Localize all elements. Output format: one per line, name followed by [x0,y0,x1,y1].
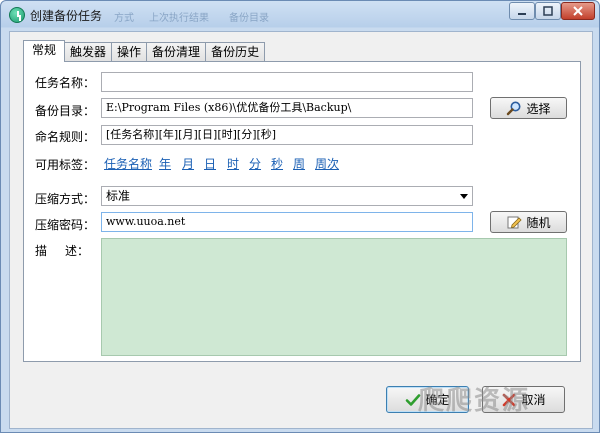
available-tags-label: 可用标签： [35,158,96,172]
tag-link-minute[interactable]: 分 [249,155,261,172]
tab-general[interactable]: 常规 [23,40,66,62]
cross-icon [503,393,516,406]
description-label-char: 述： [65,244,90,258]
compression-select[interactable]: 标准 [101,186,473,206]
tab-backup-history[interactable]: 备份历史 [205,42,266,62]
dropdown-arrow-icon [460,194,468,199]
password-input[interactable]: www.uuoa.net [101,212,473,232]
tab-actions[interactable]: 操作 [111,42,148,62]
backup-dir-input[interactable]: E:\Program Files (x86)\优优备份工具\Backup\ [101,98,473,118]
minimize-icon [518,13,526,15]
tag-link-task-name[interactable]: 任务名称 [104,155,152,172]
ok-button[interactable]: 确定 [386,386,469,413]
ok-button-label: 确定 [425,393,450,407]
magnifier-icon [507,101,521,116]
background-window-text: 备份目录 [229,13,269,24]
backup-dir-label: 备份目录： [35,104,96,118]
maximize-icon [543,6,553,16]
minimize-button[interactable] [509,2,535,20]
task-name-label: 任务名称： [35,76,96,90]
close-button[interactable] [561,2,595,20]
close-icon [573,6,583,16]
cancel-button[interactable]: 取消 [482,386,565,413]
tag-link-year[interactable]: 年 [159,155,171,172]
tag-link-second[interactable]: 秒 [271,155,283,172]
pencil-icon [507,216,523,229]
tab-strip: 常规 触发器 操作 备份清理 备份历史 [23,40,266,62]
choose-dir-button[interactable]: 选择 [490,97,567,119]
random-password-button[interactable]: 随机 [490,211,567,233]
naming-rule-label: 命名规则： [35,130,96,144]
title-bar[interactable]: 创建备份任务 方式 上次执行结果 备份目录 [1,1,599,29]
tag-link-week[interactable]: 周 [293,155,305,172]
compression-selected-value: 标准 [106,189,131,203]
tab-triggers[interactable]: 触发器 [64,42,113,62]
password-label: 压缩密码： [35,218,96,232]
maximize-button[interactable] [535,2,561,20]
tag-link-hour[interactable]: 时 [227,155,239,172]
description-label-char: 描 [35,244,48,258]
tab-backup-cleanup[interactable]: 备份清理 [146,42,207,62]
background-window-text: 方式 [114,13,134,24]
choose-button-label: 选择 [526,101,551,116]
naming-rule-input[interactable]: [任务名称][年][月][日][时][分][秒] [101,125,473,145]
background-window-text: 上次执行结果 [149,13,209,24]
checkmark-icon [406,393,421,406]
backup-app-icon [9,7,25,23]
window-title: 创建备份任务 [30,9,103,23]
random-button-label: 随机 [526,215,551,230]
create-backup-task-window: 创建备份任务 方式 上次执行结果 备份目录 常规 触发器 操作 备份清理 备份历… [0,0,600,433]
cancel-button-label: 取消 [521,393,546,407]
compression-label: 压缩方式： [35,192,96,206]
description-textarea[interactable] [101,238,567,356]
tag-link-day[interactable]: 日 [204,155,216,172]
tag-link-week-number[interactable]: 周次 [315,155,339,172]
tag-link-month[interactable]: 月 [182,155,194,172]
task-name-input[interactable] [101,72,473,92]
